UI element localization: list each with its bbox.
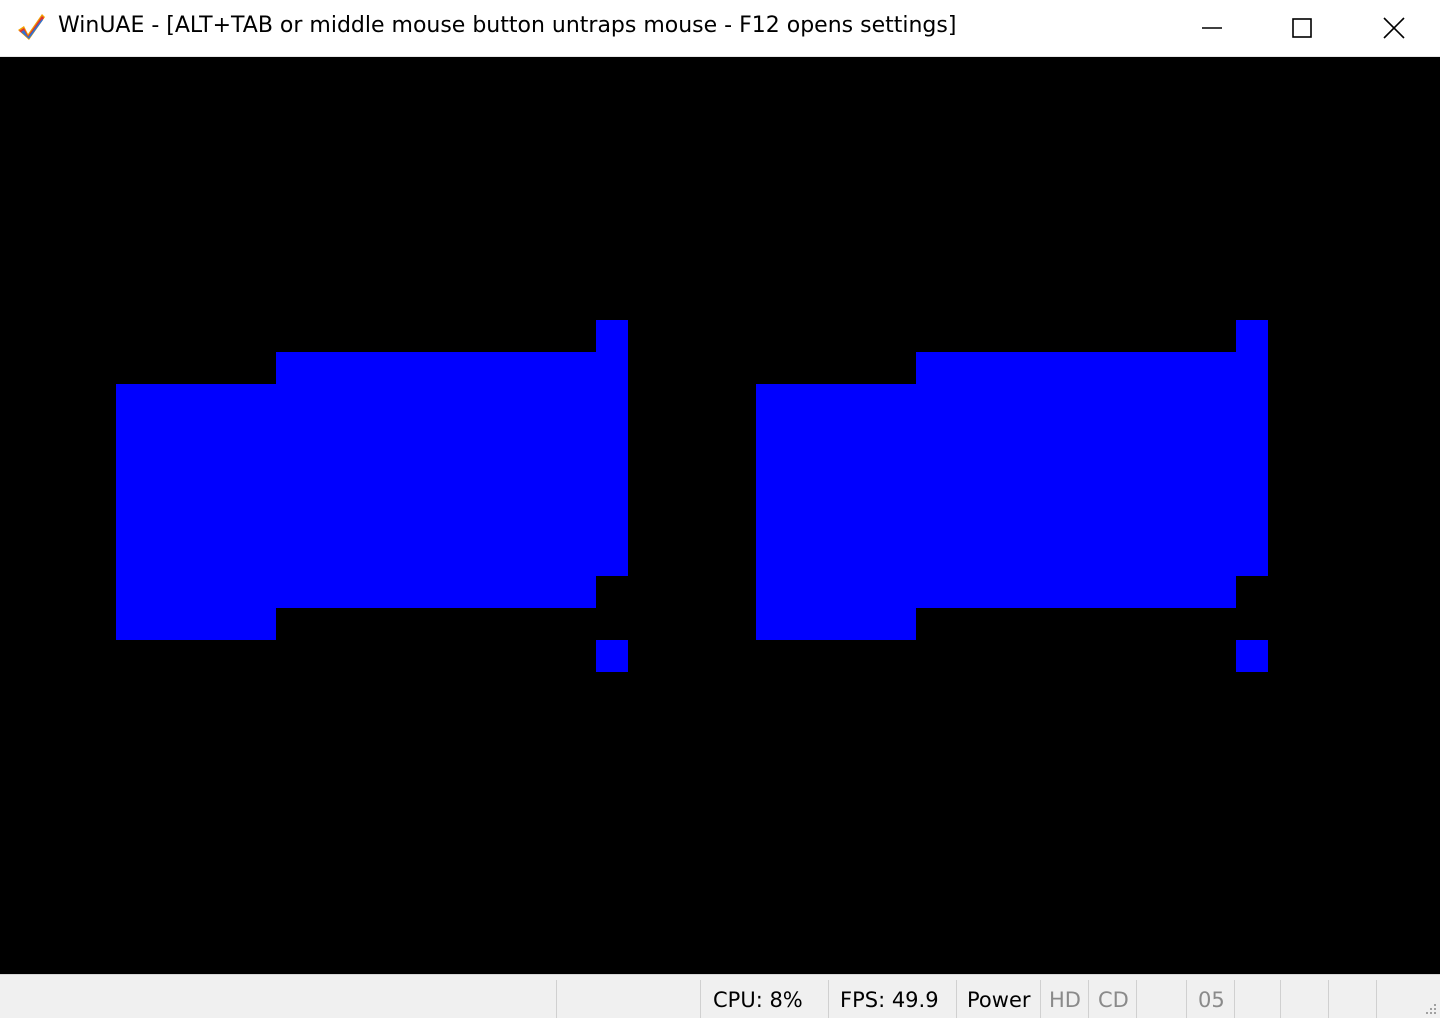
- status-cell-blank: [1136, 980, 1186, 1018]
- status-bar: CPU: 8% FPS: 49.9 Power HD CD 05: [0, 974, 1440, 1018]
- status-cell-blank: [556, 980, 700, 1018]
- emulator-display[interactable]: [0, 58, 1440, 974]
- title-bar[interactable]: WinUAE - [ALT+TAB or middle mouse button…: [0, 0, 1440, 57]
- drive-df2-indicator[interactable]: [1280, 980, 1328, 1018]
- drive-df0-indicator[interactable]: 05: [1186, 980, 1234, 1018]
- close-icon: [1383, 17, 1405, 39]
- maximize-icon: [1291, 17, 1313, 39]
- minimize-button[interactable]: [1166, 0, 1258, 56]
- drive-df1-indicator[interactable]: [1234, 980, 1280, 1018]
- fps-indicator: FPS: 49.9: [828, 980, 956, 1018]
- window-title: WinUAE - [ALT+TAB or middle mouse button…: [58, 13, 957, 38]
- cpu-usage-indicator: CPU: 8%: [700, 980, 828, 1018]
- close-button[interactable]: [1348, 0, 1440, 56]
- power-led: Power: [956, 980, 1040, 1018]
- minimize-icon: [1201, 17, 1223, 39]
- drive-df3-indicator[interactable]: [1328, 980, 1376, 1018]
- resize-grip-icon[interactable]: [1422, 1000, 1438, 1016]
- status-cell-blank: [0, 980, 556, 1018]
- hd-led: HD: [1040, 980, 1088, 1018]
- winuae-checkmark-icon[interactable]: [14, 10, 48, 44]
- maximize-button[interactable]: [1256, 0, 1348, 56]
- winuae-window: WinUAE - [ALT+TAB or middle mouse button…: [0, 0, 1440, 1018]
- cd-led: CD: [1088, 980, 1136, 1018]
